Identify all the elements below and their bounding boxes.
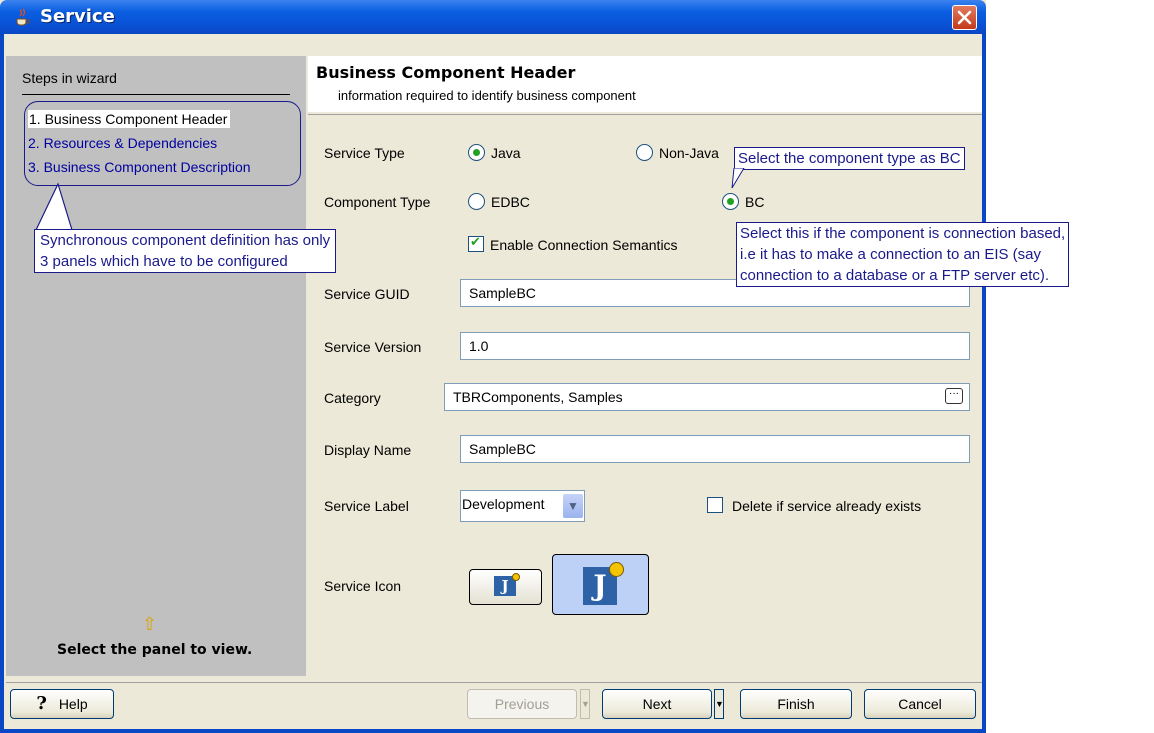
small-icon-button[interactable]: J xyxy=(469,569,542,605)
close-icon xyxy=(957,10,972,25)
radio-java[interactable] xyxy=(468,144,485,161)
previous-dropdown[interactable]: ▼ xyxy=(580,689,590,719)
radio-java-label: Java xyxy=(491,145,521,161)
service-guid-label: Service GUID xyxy=(324,286,410,302)
gear-icon xyxy=(512,573,520,581)
up-arrow-icon: ⇧ xyxy=(142,614,158,634)
component-type-label: Component Type xyxy=(324,194,431,210)
enable-connection-label: Enable Connection Semantics xyxy=(490,237,678,253)
steps-callout-line: 3 panels which have to be configured xyxy=(40,253,288,270)
window-border xyxy=(0,729,986,733)
display-name-input[interactable]: SampleBC xyxy=(460,435,970,463)
callout-pointer xyxy=(731,168,745,189)
delete-if-exists-label: Delete if service already exists xyxy=(732,498,922,514)
callout-pointer xyxy=(35,182,73,231)
help-button-label: Help xyxy=(58,696,88,712)
previous-button[interactable]: Previous xyxy=(467,689,577,719)
footer-divider xyxy=(6,682,982,683)
gear-icon xyxy=(609,562,624,577)
title-bar[interactable] xyxy=(0,0,986,34)
radio-edbc-label: EDBC xyxy=(491,194,530,210)
radio-bc[interactable] xyxy=(722,193,739,210)
window-border xyxy=(0,34,4,733)
close-button[interactable] xyxy=(952,5,977,30)
category-label: Category xyxy=(324,390,381,406)
service-version-label: Service Version xyxy=(324,339,422,355)
steps-highlight-outline xyxy=(24,101,301,186)
steps-divider xyxy=(22,94,290,95)
window-border xyxy=(982,34,986,733)
radio-bc-label: BC xyxy=(745,194,765,210)
display-name-label: Display Name xyxy=(324,442,412,458)
connection-callout-line: connection to a database or a FTP server… xyxy=(740,267,1050,284)
bc-callout: Select the component type as BC xyxy=(734,147,965,170)
chevron-down-icon[interactable]: ▼ xyxy=(563,494,583,518)
service-type-label: Service Type xyxy=(324,145,405,161)
next-dropdown[interactable]: ▼ xyxy=(714,689,724,719)
service-label-label: Service Label xyxy=(324,498,409,514)
panel-hint: Select the panel to view. xyxy=(57,642,253,658)
connection-callout-line: Select this if the component is connecti… xyxy=(740,225,1066,242)
delete-if-exists-checkbox[interactable] xyxy=(707,497,723,513)
panel-title: Business Component Header xyxy=(316,63,576,82)
service-icon-label: Service Icon xyxy=(324,578,402,594)
radio-non-java-label: Non-Java xyxy=(659,145,719,161)
help-button[interactable]: ? Help xyxy=(10,689,114,719)
header-divider xyxy=(308,114,982,115)
help-icon: ? xyxy=(36,693,47,714)
java-cup-icon xyxy=(16,8,30,26)
window-title: Service xyxy=(40,6,115,27)
radio-edbc[interactable] xyxy=(468,193,485,210)
connection-callout-line: i.e it has to make a connection to an EI… xyxy=(740,246,1041,263)
next-button[interactable]: Next xyxy=(602,689,712,719)
service-label-value: Development xyxy=(462,496,545,512)
cancel-button[interactable]: Cancel xyxy=(864,689,976,719)
enable-connection-checkbox[interactable] xyxy=(468,234,484,252)
large-icon-button[interactable]: J xyxy=(552,554,649,615)
category-browse-button[interactable]: ··· xyxy=(945,388,963,404)
category-input[interactable]: TBRComponents, Samples xyxy=(444,383,970,411)
radio-non-java[interactable] xyxy=(636,144,653,161)
panel-subtitle: information required to identify busines… xyxy=(338,88,636,103)
steps-callout-line: Synchronous component definition has onl… xyxy=(40,232,331,249)
finish-button[interactable]: Finish xyxy=(740,689,852,719)
connection-callout: Select this if the component is connecti… xyxy=(736,222,1070,287)
service-version-input[interactable]: 1.0 xyxy=(460,332,970,360)
steps-callout: Synchronous component definition has onl… xyxy=(34,229,337,273)
steps-heading: Steps in wizard xyxy=(22,70,117,86)
